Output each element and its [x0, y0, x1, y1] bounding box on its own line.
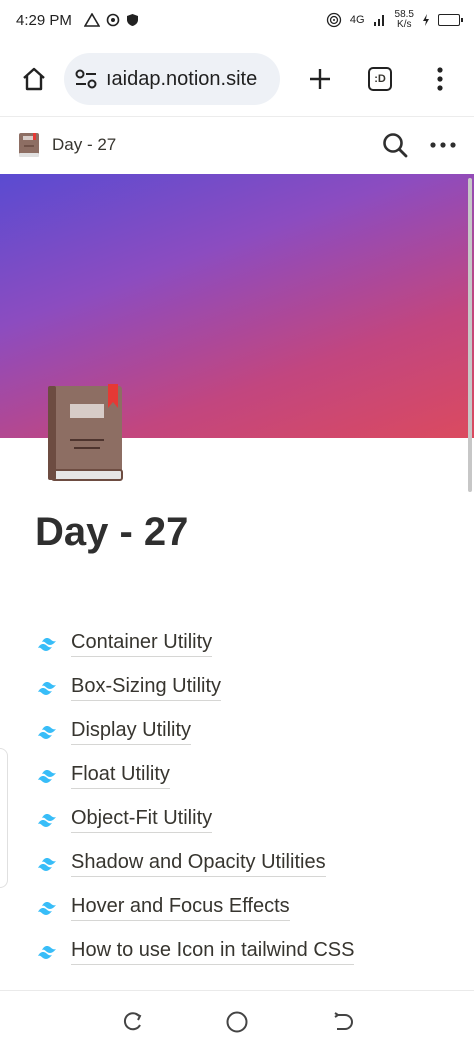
tailwind-icon — [38, 946, 56, 959]
list-item[interactable]: Display Utility — [36, 710, 456, 754]
tailwind-icon — [38, 858, 56, 871]
home-circle-icon[interactable] — [225, 1010, 249, 1034]
home-icon — [23, 67, 45, 91]
list-item-label[interactable]: Float Utility — [71, 763, 170, 789]
topbar-actions — [382, 132, 456, 158]
browser-toolbar: ıaidap.notion.site :D — [0, 48, 474, 110]
system-nav-bar — [0, 990, 474, 1053]
hotspot-icon — [326, 12, 341, 28]
list-item-label[interactable]: Object-Fit Utility — [71, 807, 213, 833]
page-title: Day - 27 — [35, 510, 189, 554]
list-item-label[interactable]: Shadow and Opacity Utilities — [71, 851, 326, 877]
status-system-icons: 4G 58.5 K/s — [326, 10, 463, 30]
browser-menu-button[interactable] — [420, 59, 460, 99]
list-item-label[interactable]: Hover and Focus Effects — [71, 895, 290, 921]
list-item[interactable]: Object-Fit Utility — [36, 798, 456, 842]
list-item[interactable]: Box-Sizing Utility — [36, 666, 456, 710]
battery-icon — [438, 14, 463, 26]
tailwind-icon — [38, 726, 56, 739]
network-speed-unit: K/s — [397, 19, 412, 30]
browser-actions: :D — [300, 59, 460, 99]
tailwind-icon — [38, 770, 56, 783]
url-text: ıaidap.notion.site — [106, 67, 258, 90]
network-type: 4G — [349, 14, 365, 26]
tab-switcher-button[interactable]: :D — [360, 59, 400, 99]
address-bar[interactable]: ıaidap.notion.site — [64, 53, 280, 105]
recents-icon[interactable] — [121, 1011, 143, 1033]
list-item[interactable]: Hover and Focus Effects — [36, 886, 456, 930]
network-speed: 58.5 K/s — [395, 10, 414, 30]
site-settings-icon — [75, 69, 97, 89]
plus-icon — [310, 69, 330, 89]
list-item-label[interactable]: Box-Sizing Utility — [71, 675, 222, 701]
signal-icon — [373, 15, 384, 26]
list-item[interactable]: How to use Icon in tailwind CSS — [36, 930, 456, 974]
search-icon[interactable] — [382, 132, 408, 158]
back-icon[interactable] — [331, 1011, 353, 1033]
scrollbar[interactable] — [468, 178, 472, 492]
notion-topbar: Day - 27 — [0, 116, 474, 172]
tailwind-icon — [38, 902, 56, 915]
new-tab-button[interactable] — [300, 59, 340, 99]
status-notification-icons — [83, 13, 139, 27]
warning-triangle-icon — [83, 13, 100, 27]
tab-count: :D — [368, 67, 392, 91]
book-icon — [48, 384, 123, 481]
sync-icon — [106, 13, 120, 27]
side-edge-handle[interactable] — [0, 748, 8, 888]
status-bar: 4:29 PM 4G 58.5 K/s — [0, 0, 474, 40]
charging-icon — [423, 14, 429, 26]
status-time: 4:29 PM — [16, 11, 72, 29]
list-item[interactable]: Shadow and Opacity Utilities — [36, 842, 456, 886]
list-item[interactable]: Container Utility — [36, 622, 456, 666]
home-button[interactable] — [14, 59, 54, 99]
topbar-page-title[interactable]: Day - 27 — [52, 135, 116, 155]
shield-icon — [126, 14, 138, 26]
list-item-label[interactable]: How to use Icon in tailwind CSS — [71, 939, 355, 965]
tailwind-icon — [38, 814, 56, 827]
list-item-label[interactable]: Display Utility — [71, 719, 192, 745]
more-vertical-icon — [437, 67, 443, 91]
tailwind-icon — [38, 682, 56, 695]
book-icon[interactable] — [18, 132, 40, 158]
more-horizontal-icon[interactable] — [430, 141, 456, 148]
list-item-label[interactable]: Container Utility — [71, 631, 213, 657]
tailwind-icon — [38, 638, 56, 651]
list-item[interactable]: Float Utility — [36, 754, 456, 798]
page-link-list: Container Utility Box-Sizing Utility Dis… — [36, 622, 456, 974]
